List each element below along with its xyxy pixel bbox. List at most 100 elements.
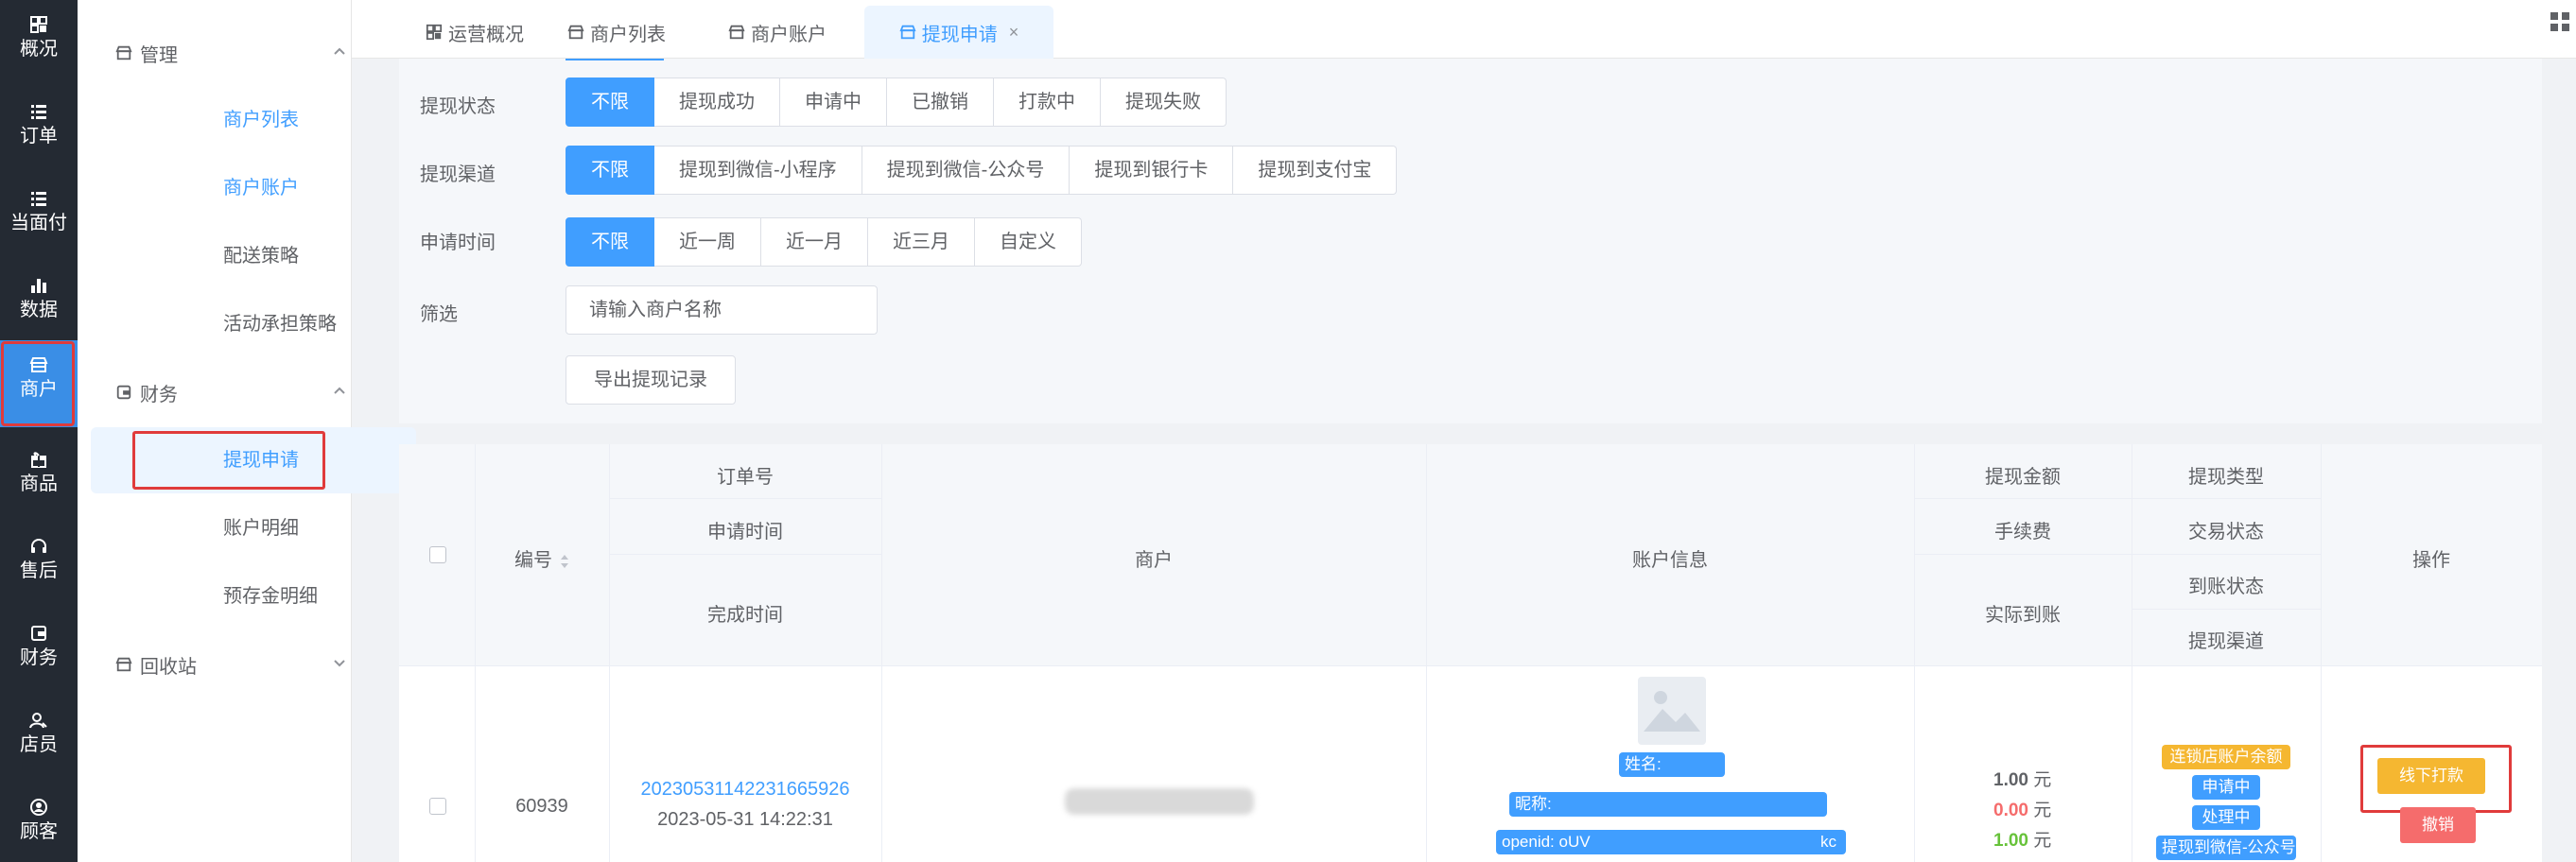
rail-label: 当面付 [10, 213, 67, 233]
time-option-custom[interactable]: 自定义 [975, 217, 1082, 267]
menu-item-merchant-account[interactable]: 商户账户 [91, 155, 416, 221]
time-option-week[interactable]: 近一周 [654, 217, 761, 267]
sort-icon[interactable] [560, 554, 569, 569]
menu-item-merchant-list[interactable]: 商户列表 [91, 87, 416, 153]
header-finish-time: 完成时间 [707, 605, 783, 626]
menu-item-delivery-strategy[interactable]: 配送策略 [91, 223, 416, 289]
users-icon [29, 713, 47, 729]
row-apply-time: 2023-05-31 14:22:31 [657, 809, 833, 830]
amount-value: 1.00 元 [1993, 766, 2051, 791]
menu-group-recycle[interactable]: 回收站 [115, 641, 390, 688]
tag-arrival-status: 处理中 [2192, 805, 2260, 830]
rail-item-aftersale[interactable]: 售后 [0, 522, 78, 609]
wallet-icon [31, 626, 46, 641]
status-option-paying[interactable]: 打款中 [994, 78, 1101, 127]
tab-merchant-list[interactable]: 商户列表 [560, 6, 673, 59]
account-openid-suffix: kc [1820, 833, 1836, 851]
list-icon [31, 192, 46, 206]
rail-label: 商品 [20, 474, 58, 494]
left-rail: 概况 订单 当面付 数据 商户 商品 售后 财务 店员 顾客 [0, 0, 78, 862]
channel-option-all[interactable]: 不限 [566, 146, 654, 195]
filter-label-search: 筛选 [420, 304, 458, 325]
menu-group-finance[interactable]: 财务 [115, 369, 390, 416]
close-icon[interactable]: × [1009, 23, 1019, 43]
row-checkbox[interactable] [429, 798, 446, 815]
cancel-withdraw-button[interactable]: 撤销 [2400, 807, 2476, 843]
channel-option-wx-mp[interactable]: 提现到微信-公众号 [862, 146, 1070, 195]
filter-label-channel: 提现渠道 [420, 164, 496, 185]
dashboard-icon [30, 16, 47, 33]
bar-chart-icon [31, 279, 46, 293]
menu-item-withdraw-apply[interactable]: 提现申请 [91, 427, 416, 493]
status-option-applying[interactable]: 申请中 [780, 78, 887, 127]
menu-group-manage[interactable]: 管理 [115, 29, 390, 77]
account-nickname-tag: 昵称: [1509, 792, 1827, 817]
time-option-month[interactable]: 近一月 [761, 217, 868, 267]
filter-label-time: 申请时间 [420, 233, 496, 253]
account-openid-prefix: openid: oUV [1502, 833, 1591, 851]
channel-option-alipay[interactable]: 提现到支付宝 [1233, 146, 1398, 195]
rail-label: 财务 [20, 647, 58, 668]
tab-label: 商户列表 [590, 24, 666, 45]
rail-item-merchant[interactable]: 商户 [0, 340, 78, 427]
status-option-success[interactable]: 提现成功 [654, 78, 780, 127]
rail-item-goods[interactable]: 商品 [0, 435, 78, 522]
rail-item-customer[interactable]: 顾客 [0, 783, 78, 862]
header-fee: 手续费 [1994, 522, 2051, 543]
rail-label: 概况 [20, 39, 58, 60]
rail-item-data[interactable]: 数据 [0, 261, 78, 348]
filter-panel: 提现状态 不限 提现成功 申请中 已撤销 打款中 提现失败 提现渠道 不限 提现… [399, 59, 2542, 423]
offline-payment-button[interactable]: 线下打款 [2377, 758, 2485, 794]
scroll-indicator [566, 59, 664, 60]
tab-operation-overview[interactable]: 运营概况 [418, 6, 531, 59]
actual-number: 1.00 [1993, 831, 2028, 851]
time-option-quarter[interactable]: 近三月 [868, 217, 975, 267]
store-icon [115, 45, 132, 60]
status-option-failed[interactable]: 提现失败 [1101, 78, 1227, 127]
tab-label: 提现申请 [921, 24, 998, 45]
dashboard-icon [426, 24, 443, 41]
header-apply-time: 申请时间 [707, 522, 783, 543]
status-option-cancelled[interactable]: 已撤销 [887, 78, 994, 127]
rail-item-overview[interactable]: 概况 [0, 0, 78, 87]
grid-menu-icon[interactable] [2550, 11, 2570, 32]
rail-item-facepay[interactable]: 当面付 [0, 174, 78, 261]
avatar-placeholder-icon [1638, 677, 1706, 745]
header-trade-status: 交易状态 [2188, 522, 2264, 543]
row-order-no-link[interactable]: 20230531142231665926 [609, 779, 881, 801]
header-type: 提现类型 [2188, 467, 2264, 488]
account-name-tag: 姓名: [1619, 752, 1725, 777]
channel-option-wx-mini[interactable]: 提现到微信-小程序 [654, 146, 862, 195]
menu-group-label: 回收站 [140, 656, 197, 678]
user-circle-icon [30, 799, 47, 816]
tab-withdraw-apply[interactable]: 提现申请 × [864, 6, 1053, 59]
merchant-name-blurred [1065, 788, 1254, 815]
rail-item-finance[interactable]: 财务 [0, 609, 78, 696]
tab-merchant-account[interactable]: 商户账户 [721, 6, 834, 59]
export-withdraw-button[interactable]: 导出提现记录 [566, 355, 736, 405]
header-id[interactable]: 编号 [475, 544, 609, 572]
account-nickname-prefix: 昵称: [1515, 795, 1552, 813]
tag-trade-status: 申请中 [2192, 775, 2260, 800]
menu-group-label: 财务 [140, 384, 178, 405]
rail-item-orders[interactable]: 订单 [0, 87, 78, 174]
menu-item-activity-strategy[interactable]: 活动承担策略 [91, 291, 416, 357]
rail-item-staff[interactable]: 店员 [0, 696, 78, 783]
select-all-checkbox[interactable] [429, 546, 446, 563]
header-account-info: 账户信息 [1632, 550, 1708, 571]
status-option-all[interactable]: 不限 [566, 78, 654, 127]
header-order-no: 订单号 [717, 467, 774, 488]
chevron-up-icon [334, 387, 345, 394]
merchant-search-input[interactable] [566, 285, 878, 335]
store-icon [29, 357, 48, 372]
channel-filter-group: 不限 提现到微信-小程序 提现到微信-公众号 提现到银行卡 提现到支付宝 [566, 146, 1398, 195]
channel-option-bank[interactable]: 提现到银行卡 [1070, 146, 1234, 195]
highlight-box [132, 431, 325, 490]
menu-item-account-detail[interactable]: 账户明细 [91, 495, 416, 561]
store-icon [899, 25, 916, 40]
filter-label-status: 提现状态 [420, 96, 496, 117]
menu-item-prestore-detail[interactable]: 预存金明细 [91, 563, 416, 629]
rail-label: 顾客 [20, 821, 58, 842]
time-option-all[interactable]: 不限 [566, 217, 654, 267]
account-openid-tag: openid: oUV kc [1496, 830, 1846, 854]
